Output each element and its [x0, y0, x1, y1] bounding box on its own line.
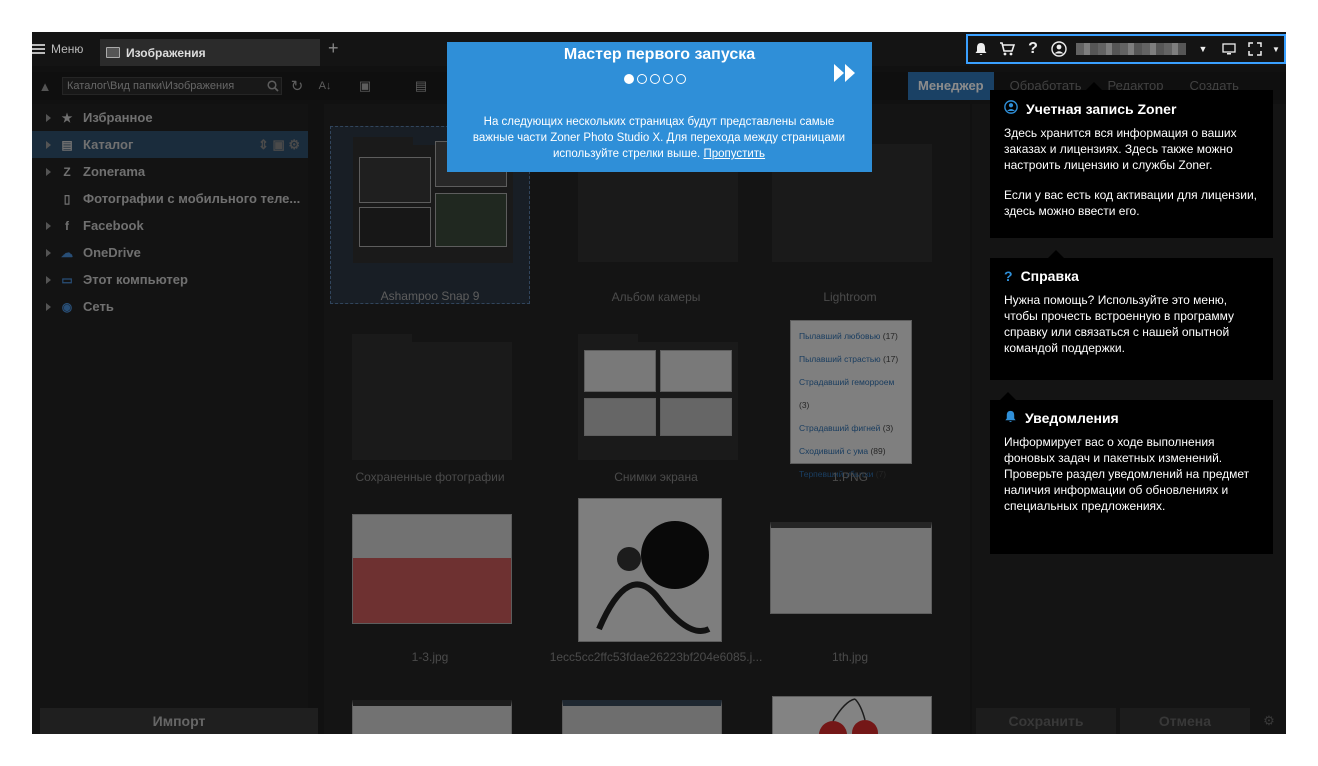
add-tab-button[interactable]: +	[328, 38, 339, 59]
first-run-wizard: Мастер первого запуска На следующих неск…	[447, 42, 872, 172]
tooltip-title: Учетная запись Zoner	[1004, 100, 1259, 117]
tooltip-paragraph: Информирует вас о ходе выполнения фоновы…	[1004, 435, 1250, 513]
hamburger-icon	[32, 44, 45, 54]
page-dot[interactable]	[650, 74, 660, 84]
page-dot[interactable]	[676, 74, 686, 84]
user-name-blurred[interactable]	[1076, 43, 1186, 55]
menu-button[interactable]: Меню	[32, 40, 83, 58]
tooltip-account: Учетная запись Zoner Здесь хранится вся …	[990, 82, 1273, 238]
tooltip-title-text: Уведомления	[1025, 410, 1119, 426]
tooltip-arrow	[1048, 250, 1064, 258]
tooltip-title: ? Справка	[1004, 268, 1259, 284]
bell-icon[interactable]	[972, 40, 990, 58]
page-dot[interactable]	[637, 74, 647, 84]
help-icon[interactable]: ?	[1024, 40, 1042, 58]
wizard-text: На следующих нескольких страницах будут …	[472, 116, 846, 160]
tooltip-body: Информирует вас о ходе выполнения фоновы…	[1004, 434, 1259, 514]
tooltip-paragraph: Здесь хранится вся информация о ваших за…	[1004, 126, 1237, 172]
folder-icon	[106, 47, 120, 58]
wizard-pager	[624, 74, 686, 84]
tooltip-help: ? Справка Нужна помощь? Используйте это …	[990, 250, 1273, 380]
tooltip-body: Нужна помощь? Используйте это меню, чтоб…	[1004, 292, 1259, 356]
fullscreen-menu-icon[interactable]: ▼	[1272, 40, 1280, 58]
tab-images[interactable]: Изображения	[100, 39, 320, 66]
tooltip-title: Уведомления	[1004, 410, 1259, 426]
zoner-window: Меню Изображения + ? ▼ ▼ ▲ Каталог\Вид п…	[32, 32, 1286, 734]
account-toolbar: ? ▼ ▼	[966, 34, 1286, 64]
wizard-title: Мастер первого запуска	[563, 46, 756, 63]
user-icon	[1004, 100, 1018, 117]
menu-label: Меню	[51, 42, 84, 56]
tooltip-paragraph: Нужна помощь? Используйте это меню, чтоб…	[1004, 293, 1234, 355]
page-dot[interactable]	[663, 74, 673, 84]
next-page-icon[interactable]	[832, 62, 858, 90]
wizard-description: На следующих нескольких страницах будут …	[469, 114, 849, 162]
chevron-down-icon[interactable]: ▼	[1194, 40, 1212, 58]
tooltip-notifications: Уведомления Информирует вас о ходе выпол…	[990, 392, 1273, 554]
fullscreen-icon[interactable]	[1246, 40, 1264, 58]
tab-label: Изображения	[126, 45, 206, 60]
tooltip-title-text: Справка	[1020, 268, 1079, 284]
bell-icon	[1004, 410, 1017, 426]
skip-link[interactable]: Пропустить	[703, 148, 765, 160]
monitor-icon[interactable]	[1220, 40, 1238, 58]
tooltip-arrow	[1086, 82, 1102, 90]
cart-icon[interactable]	[998, 40, 1016, 58]
user-icon[interactable]	[1050, 40, 1068, 58]
help-icon: ?	[1004, 268, 1013, 284]
tooltip-arrow	[1000, 392, 1016, 400]
tooltip-title-text: Учетная запись Zoner	[1026, 100, 1177, 117]
tooltip-body: Здесь хранится вся информация о ваших за…	[1004, 125, 1259, 219]
tooltip-paragraph: Если у вас есть код активации для лиценз…	[1004, 188, 1257, 218]
page-dot[interactable]	[624, 74, 634, 84]
